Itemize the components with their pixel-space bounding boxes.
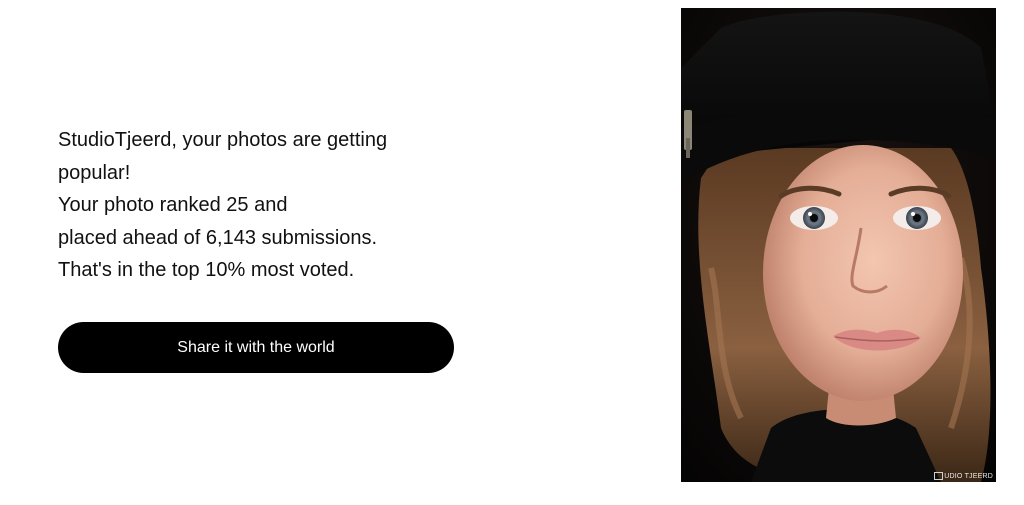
message-line: StudioTjeerd, your photos are getting [58,129,388,151]
ranking-message: StudioTjeerd, your photos are getting po… [58,124,438,287]
message-line: Your photo ranked 25 and [58,194,288,216]
submitted-photo: UDIO TJEERD [681,8,996,482]
photo-watermark: UDIO TJEERD [934,472,993,480]
watermark-logo-icon [934,472,944,480]
message-line: popular! [58,161,131,184]
portrait-image [681,8,996,482]
message-line: That's in the top 10% most voted. [58,259,355,281]
message-line: placed ahead of 6,143 submissions. [58,226,378,249]
watermark-text: UDIO TJEERD [944,472,993,480]
share-button[interactable]: Share it with the world [58,322,454,373]
